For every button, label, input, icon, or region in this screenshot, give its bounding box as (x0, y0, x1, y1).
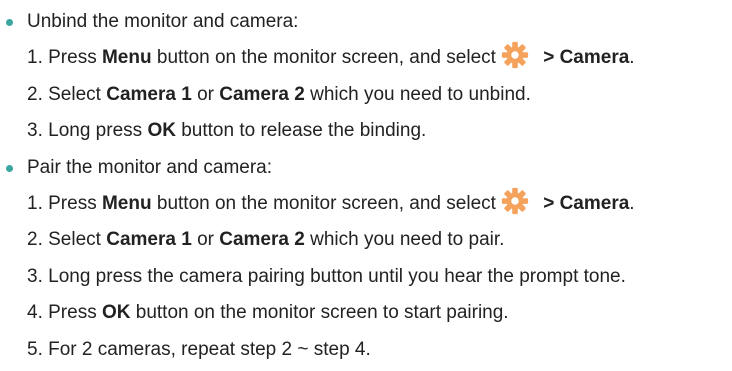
step-number: 4. (27, 302, 43, 324)
unbind-step-1: 1. Press Menu button on the monitor scre… (0, 40, 732, 76)
bullet-dot-icon (6, 19, 13, 26)
step-text: Select (42, 83, 107, 105)
bullet-dot-icon (6, 164, 13, 172)
step-text: which you need to unbind. (304, 83, 531, 105)
step-text: . (629, 47, 635, 69)
section-heading-pair: Pair the monitor and camera: (0, 150, 732, 186)
menu-label: Menu (101, 192, 152, 214)
step-text: Long press the camera pairing button unt… (42, 265, 626, 287)
step-text: button on the monitor screen, and select (151, 47, 496, 69)
pair-step-2: 2. Select Camera 1 or Camera 2 which you… (0, 222, 732, 258)
step-number: 1. (27, 47, 43, 69)
camera-1-label: Camera 1 (106, 229, 192, 251)
step-text: For 2 cameras, repeat step 2 ~ step 4. (42, 338, 371, 360)
step-number: 2. (27, 83, 43, 105)
pair-step-5: 5. For 2 cameras, repeat step 2 ~ step 4… (0, 332, 732, 368)
heading-text: Unbind the monitor and camera: (27, 11, 299, 32)
step-text: Press (42, 302, 102, 324)
step-text: or (191, 229, 220, 251)
step-number: 3. (27, 265, 43, 287)
step-separator: > (537, 192, 560, 214)
instruction-document: Unbind the monitor and camera: 1. Press … (0, 0, 732, 371)
camera-1-label: Camera 1 (106, 83, 192, 105)
unbind-step-3: 3. Long press OK button to release the b… (0, 113, 732, 149)
unbind-step-2: 2. Select Camera 1 or Camera 2 which you… (0, 77, 732, 113)
step-text: button on the monitor screen to start pa… (130, 302, 509, 324)
step-text: Long press (42, 120, 148, 142)
step-text: Press (42, 47, 102, 69)
section-heading-unbind: Unbind the monitor and camera: (0, 4, 732, 40)
step-text: Press (42, 192, 102, 214)
settings-gear-icon (501, 187, 529, 215)
step-text: or (191, 83, 220, 105)
settings-gear-icon (501, 42, 529, 69)
ok-label: OK (147, 120, 176, 142)
pair-step-1: 1. Press Menu button on the monitor scre… (0, 186, 732, 222)
step-text: button to release the binding. (175, 120, 427, 142)
heading-text: Pair the monitor and camera: (27, 156, 273, 178)
camera-2-label: Camera 2 (219, 83, 305, 105)
menu-label: Menu (101, 47, 152, 69)
pair-step-3: 3. Long press the camera pairing button … (0, 259, 732, 295)
step-text: . (629, 192, 635, 214)
step-text: which you need to pair. (304, 229, 505, 251)
step-text: Select (42, 229, 107, 251)
step-separator: > (537, 47, 560, 69)
step-text: button on the monitor screen, and select (151, 192, 496, 214)
pair-step-4: 4. Press OK button on the monitor screen… (0, 295, 732, 331)
camera-label: Camera (559, 192, 630, 214)
step-number: 1. (27, 192, 43, 214)
ok-label: OK (101, 302, 131, 324)
step-number: 3. (27, 120, 43, 142)
camera-2-label: Camera 2 (219, 229, 305, 251)
step-number: 2. (27, 229, 43, 251)
step-number: 5. (27, 338, 43, 360)
camera-label: Camera (559, 47, 630, 69)
